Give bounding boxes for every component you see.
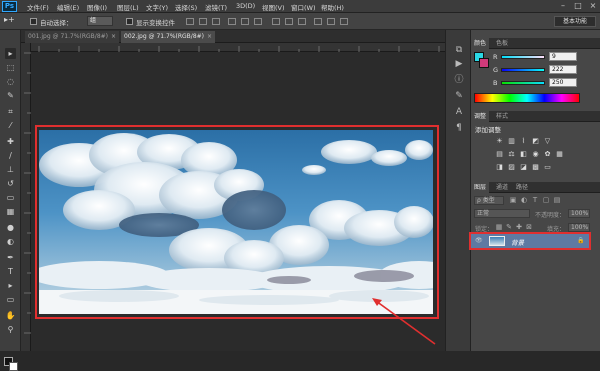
tab-swatches[interactable]: 色板 <box>493 38 511 49</box>
layer-row-background[interactable]: 👁 背景 🔒 <box>469 232 591 250</box>
tab-channels[interactable]: 通道 <box>493 182 511 193</box>
channel-mixer-adjust-icon[interactable]: ✿ <box>543 150 552 158</box>
color-spectrum-ramp[interactable] <box>474 93 580 103</box>
filter-type-icon[interactable]: T <box>531 196 539 204</box>
threshold-adjust-icon[interactable]: ◪ <box>519 163 528 171</box>
curves-adjust-icon[interactable]: ⌇ <box>519 137 528 145</box>
adjust-panel-tabs: 调整 样式 <box>471 111 600 122</box>
filter-adjust-icon[interactable]: ◐ <box>520 196 528 204</box>
posterize-adjust-icon[interactable]: ▨ <box>507 163 516 171</box>
vibrance-adjust-icon[interactable]: ▽ <box>543 137 552 145</box>
invert-adjust-icon[interactable]: ◨ <box>495 163 504 171</box>
info-panel-icon[interactable]: ⓘ <box>453 74 465 86</box>
background-color-swatch[interactable] <box>9 362 18 371</box>
layer-kind-filter[interactable]: ρ 类型 <box>474 196 504 205</box>
history-panel-icon[interactable]: ⧉ <box>453 44 465 56</box>
g-slider[interactable] <box>501 68 545 72</box>
exposure-adjust-icon[interactable]: ◩ <box>531 137 540 145</box>
opacity-label: 不透明度： <box>535 212 566 219</box>
visibility-eye-icon[interactable]: 👁 <box>475 237 483 244</box>
right-panels: 颜色 色板 R 9 G 222 B 250 调整 样式 添加调整 ☀ ▥ ⌇ ◩… <box>471 30 600 351</box>
g-label: G <box>493 66 499 74</box>
photo-filter-adjust-icon[interactable]: ◉ <box>531 150 540 158</box>
b-label: B <box>493 79 498 87</box>
gradient-map-adjust-icon[interactable]: ▭ <box>543 163 552 171</box>
b-slider[interactable] <box>501 81 545 85</box>
add-adjustment-title: 添加调整 <box>475 126 501 134</box>
layer-thumbnail <box>489 236 505 246</box>
b-value-field[interactable]: 250 <box>549 78 577 87</box>
brightness-adjust-icon[interactable]: ☀ <box>495 137 504 145</box>
tab-paths[interactable]: 路径 <box>513 182 531 193</box>
layer-lock-icon: 🔒 <box>577 237 585 244</box>
panel-icon-strip: ⧉ ▶ ⓘ ✎ A ¶ <box>445 30 471 351</box>
layer-name[interactable]: 背景 <box>511 237 524 247</box>
r-slider[interactable] <box>501 55 545 59</box>
lock-transparent-icon[interactable]: ▦ <box>495 223 503 231</box>
levels-adjust-icon[interactable]: ▥ <box>507 137 516 145</box>
tab-layers[interactable]: 图层 <box>471 182 490 193</box>
lock-position-icon[interactable]: ✚ <box>515 223 523 231</box>
blend-mode-dropdown[interactable]: 正常 <box>474 209 530 218</box>
actions-panel-icon[interactable]: ▶ <box>453 58 465 70</box>
brush-panel-icon[interactable]: ✎ <box>453 90 465 102</box>
r-value-field[interactable]: 9 <box>549 52 577 61</box>
opacity-field[interactable]: 100% <box>568 209 590 218</box>
color-balance-adjust-icon[interactable]: ⚖ <box>507 150 516 158</box>
r-label: R <box>493 53 498 61</box>
filter-pixel-icon[interactable]: ▣ <box>509 196 517 204</box>
hue-saturation-adjust-icon[interactable]: ▤ <box>495 150 504 158</box>
tab-color[interactable]: 颜色 <box>471 38 490 49</box>
layers-panel-tabs: 图层 通道 路径 <box>471 182 600 193</box>
tab-styles[interactable]: 样式 <box>493 111 511 122</box>
lock-image-icon[interactable]: ✎ <box>505 223 513 231</box>
selective-color-adjust-icon[interactable]: ▩ <box>531 163 540 171</box>
paragraph-panel-icon[interactable]: ¶ <box>453 122 465 134</box>
tab-adjustments[interactable]: 调整 <box>471 111 490 122</box>
background-color-chip[interactable] <box>479 58 489 68</box>
black-white-adjust-icon[interactable]: ◧ <box>519 150 528 158</box>
filter-smart-icon[interactable]: ▤ <box>553 196 561 204</box>
lock-all-icon[interactable]: ⊠ <box>525 223 533 231</box>
color-panel-tabs: 颜色 色板 <box>471 38 600 49</box>
color-lookup-adjust-icon[interactable]: ▦ <box>555 150 564 158</box>
filter-shape-icon[interactable]: ▢ <box>542 196 550 204</box>
character-panel-icon[interactable]: A <box>453 106 465 118</box>
g-value-field[interactable]: 222 <box>549 65 577 74</box>
fill-field[interactable]: 100% <box>568 223 590 232</box>
